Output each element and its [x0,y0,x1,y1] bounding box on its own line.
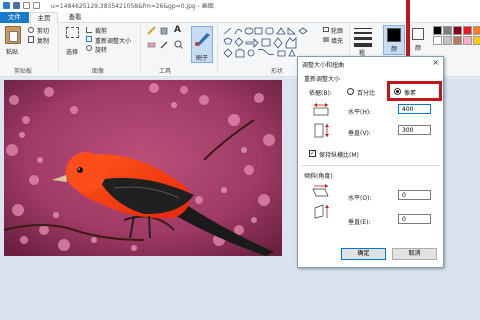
text-tool-icon[interactable]: A [174,25,181,35]
skew-section-title: 倾斜(角度) [304,173,333,180]
skew-horizontal-label: 水平(O): [348,195,372,202]
rotate-button[interactable]: 旋转 [95,45,107,54]
section-divider [302,165,440,166]
tab-view[interactable]: 查看 [60,12,90,23]
select-button-label[interactable]: 选择 [66,47,78,56]
vertical-input[interactable] [398,125,431,135]
brushes-label: 刷子 [195,55,208,62]
brush-icon [195,33,210,46]
scissors-icon [28,27,34,33]
cut-button[interactable]: 剪切 [37,26,49,35]
tab-file[interactable]: 文件 [0,12,29,23]
palette-swatch[interactable] [463,36,472,45]
horizontal-label: 水平(H): [348,109,372,116]
keep-aspect-checkbox[interactable]: ✓ [309,150,316,157]
redo-icon[interactable] [33,2,40,9]
palette-swatch[interactable] [463,26,472,35]
horizontal-skew-icon [312,184,329,197]
image-group-label: 图像 [92,68,105,75]
skew-vertical-label: 垂直(E): [348,219,371,226]
brushes-button[interactable]: 刷子 [191,26,213,63]
resize-section-title: 重新调整大小 [304,76,341,83]
horizontal-resize-icon [313,103,329,116]
percent-radio[interactable] [347,88,354,95]
pencil-icon[interactable] [147,26,156,35]
palette-swatch[interactable] [443,36,452,45]
fill-bucket-icon[interactable] [160,26,169,35]
vertical-label: 垂直(V): [348,130,371,137]
palette-swatch[interactable] [433,36,442,45]
undo-icon[interactable] [23,2,30,9]
palette-swatch[interactable] [473,36,480,45]
skew-vertical-input[interactable] [398,214,431,224]
shape-icons [223,27,308,58]
paste-icon[interactable] [5,26,21,44]
crop-icon [86,27,92,33]
separator [217,25,218,73]
copy-button[interactable]: 复制 [37,36,49,45]
size-button[interactable] [354,26,372,48]
shapes-group-label: 形状 [271,68,284,75]
color-palette [433,26,480,50]
paint-app-icon [3,2,10,9]
keep-aspect-label[interactable]: 保持纵横比(M) [319,150,359,159]
window-title: u=1484625129,3835421058&fm=26&gp=0.jpg -… [51,3,214,10]
clipboard-group-label: 剪贴板 [14,68,33,75]
percent-label[interactable]: 百分比 [357,88,375,97]
crop-button[interactable]: 裁剪 [95,26,107,35]
resize-button[interactable]: 重新调整大小 [95,36,131,45]
tab-home[interactable]: 主页 [30,12,58,23]
outline-icon [323,27,329,32]
select-icon[interactable] [66,27,79,38]
close-icon[interactable]: × [432,58,439,67]
palette-swatch[interactable] [473,26,480,35]
skew-horizontal-input[interactable] [398,190,431,200]
palette-swatch[interactable] [453,36,462,45]
pixels-highlight-annotation [387,81,442,101]
fill-icon [323,37,329,42]
shapes-gallery[interactable] [222,26,318,60]
palette-swatch[interactable] [443,26,452,35]
vertical-resize-icon [314,123,329,138]
dialog-title: 调整大小和扭曲 [302,62,345,69]
tools-group-label: 工具 [159,68,172,75]
save-icon[interactable] [13,2,20,9]
horizontal-input[interactable] [398,104,431,114]
fill-button[interactable]: 填充 [331,36,343,45]
color-picker-icon[interactable] [160,40,169,49]
paste-button-label[interactable]: 粘贴 [6,47,18,56]
rotate-icon [86,45,92,51]
copy-icon [28,36,34,43]
outline-button[interactable]: 轮廓 [331,26,343,35]
palette-swatch[interactable] [453,26,462,35]
eraser-icon[interactable] [147,40,156,49]
separator [140,25,141,73]
separator [58,25,59,73]
bird-picture[interactable] [4,80,282,256]
cancel-button[interactable]: 取消 [392,248,437,260]
ok-button[interactable]: 确定 [341,248,386,260]
palette-swatch[interactable] [433,26,442,35]
vertical-skew-icon [314,204,329,219]
magnifier-icon[interactable] [174,40,183,49]
resize-icon [86,36,92,42]
basis-label: 依据(B): [309,90,332,97]
